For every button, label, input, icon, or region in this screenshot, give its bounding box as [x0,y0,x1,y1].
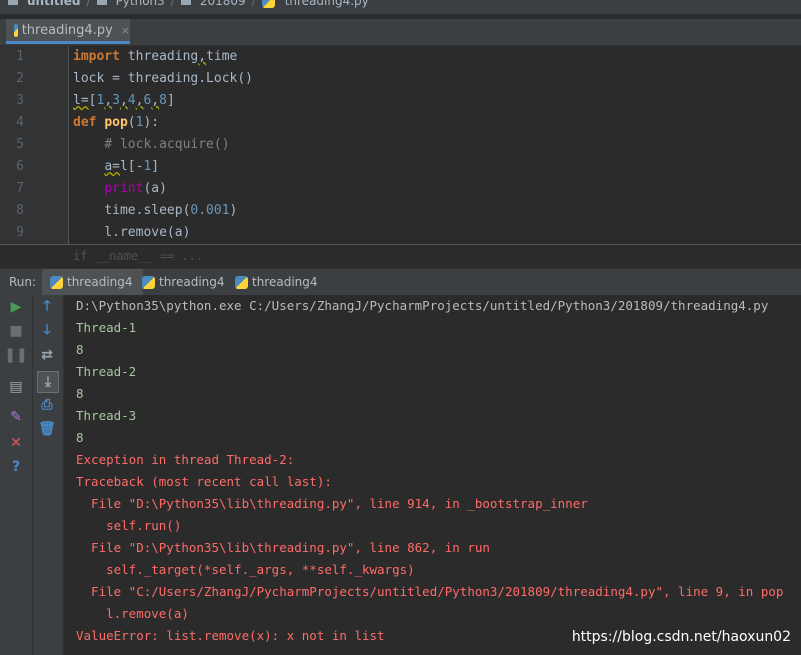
run-tab-2[interactable]: threading4 [134,269,235,295]
breadcrumb-separator: / [86,0,91,8]
console-line: self._target(*self._args, **self._kwargs… [76,562,415,577]
code-text: l.remove(a) [73,225,191,240]
rerun-icon[interactable]: ▶ [6,297,26,317]
close-icon[interactable]: × [121,24,130,37]
stop-icon[interactable]: ■ [6,321,26,341]
breadcrumb-separator: / [170,0,175,8]
console-line: 8 [76,430,84,445]
folder-icon [8,0,18,5]
folder-icon [180,0,191,5]
console-line: Thread-2 [76,364,137,379]
run-actions-toolbar: ▶ ■ ❚❚ ▤ ✎ ✕ ? [0,295,33,655]
code-line: 1 import threading,time [0,46,801,68]
pin-icon[interactable]: ✎ [6,407,26,427]
console-line: l.remove(a) [76,606,189,621]
python-file-icon [261,0,275,8]
console-line: D:\Python35\python.exe C:/Users/ZhangJ/P… [76,298,769,313]
breadcrumb-item-file[interactable]: threading4.py [285,0,369,8]
code-text: l=[1,3,4,6,8] [73,93,175,108]
line-number: 8 [16,203,24,218]
run-tool-window-header: Run: threading4 threading4 threading4 [0,268,801,295]
line-number: 2 [16,71,24,86]
line-number: 4 [16,115,24,130]
run-label: Run: [9,275,37,289]
console-line: self.run() [76,518,182,533]
breadcrumb-item-201809[interactable]: 201809 [200,0,246,8]
print-icon[interactable]: ⎙ [37,395,57,415]
help-icon[interactable]: ? [6,457,26,477]
code-text: # lock.acquire() [104,137,230,152]
line-number: 1 [16,49,24,64]
tab-threading4[interactable]: threading4.py × [6,19,130,44]
console-line: 8 [76,386,84,401]
code-line: 7 print(a) [0,178,801,200]
breadcrumb-separator: / [251,0,256,8]
code-line: 6 a=l[-1] [0,156,801,178]
code-text: def pop(1): [73,115,160,130]
panel-splitter[interactable]: if __name__ == ... [0,244,801,269]
line-number: 7 [16,181,24,196]
python-file-icon [235,275,248,289]
console-line: Exception in thread Thread-2: [76,452,295,467]
scroll-to-end-icon[interactable]: ⤓ [37,371,59,393]
tab-label: threading4.py [21,22,113,38]
code-text: time.sleep(0.001) [73,203,238,218]
code-editor[interactable]: 1 import threading,time 2 lock = threadi… [0,46,801,244]
folder-icon [96,0,107,5]
pause-icon[interactable]: ❚❚ [4,345,27,365]
python-file-icon [14,23,18,37]
run-tab-label: threading4 [67,275,133,289]
code-line: 9 l.remove(a) [0,222,801,244]
python-file-icon [50,275,63,289]
arrow-down-icon[interactable]: 🡓 [37,321,57,341]
code-text: a=l[-1] [104,159,160,174]
run-tab-3[interactable]: threading4 [227,269,328,295]
traceback-file-link[interactable]: File "D:\Python35\lib\threading.py", lin… [76,537,490,559]
arrow-up-icon[interactable]: 🡑 [37,297,57,317]
console-line: Thread-1 [76,320,137,335]
console-line: Traceback (most recent call last): [76,474,332,489]
code-fold-preview: if __name__ == ... [73,249,204,263]
console-output[interactable]: D:\Python35\python.exe C:/Users/ZhangJ/P… [64,295,801,655]
traceback-file-link[interactable]: File "C:/Users/ZhangJ/PycharmProjects/un… [76,581,783,603]
code-line: 3 l=[1,3,4,6,8] [0,90,801,112]
line-number: 6 [16,159,24,174]
breadcrumb-item-project[interactable]: untitled [27,0,81,8]
python-file-icon [142,275,155,289]
code-text: print(a) [104,181,167,196]
code-text: lock = threading.Lock() [73,71,254,86]
line-number: 5 [16,137,24,152]
console-actions-toolbar: 🡑 🡓 ⇄ ⤓ ⎙ 🗑 [33,295,64,655]
line-number: 3 [16,93,24,108]
soft-wrap-icon[interactable]: ⇄ [37,345,57,365]
watermark: https://blog.csdn.net/haoxun02 [571,629,791,645]
editor-tab-bar: threading4.py × [0,19,801,46]
console-line: Thread-3 [76,408,137,423]
run-tab-1[interactable]: threading4 [42,269,143,295]
breadcrumb-item-python3[interactable]: Python3 [116,0,165,8]
close-icon[interactable]: ✕ [6,433,26,453]
code-text: import threading,time [73,49,238,64]
console-line: ValueError: list.remove(x): x not in lis… [76,628,385,643]
breadcrumb: untitled / Python3 / 201809 / threading4… [0,0,801,14]
line-number: 9 [16,225,24,240]
traceback-file-link[interactable]: File "D:\Python35\lib\threading.py", lin… [76,493,588,515]
code-line: 8 time.sleep(0.001) [0,200,801,222]
console-line: 8 [76,342,84,357]
trash-icon[interactable]: 🗑 [37,419,57,439]
code-line: 5 # lock.acquire() [0,134,801,156]
code-line: 2 lock = threading.Lock() [0,68,801,90]
run-tab-label: threading4 [252,275,318,289]
code-line: 4 def pop(1): [0,112,801,134]
dump-threads-icon[interactable]: ▤ [6,377,26,397]
run-tab-label: threading4 [159,275,225,289]
